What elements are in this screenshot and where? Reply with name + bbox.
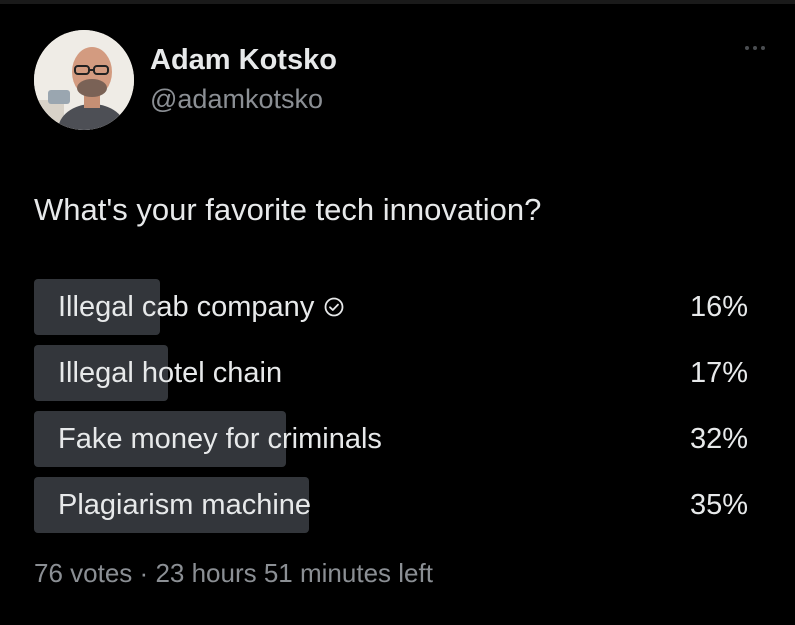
poll-option-label-wrap: Illegal hotel chain: [58, 345, 282, 401]
author-display-name[interactable]: Adam Kotsko: [150, 42, 337, 78]
avatar-image: [34, 30, 134, 130]
tweet-header: Adam Kotsko @adamkotsko: [34, 30, 337, 130]
poll-option[interactable]: Fake money for criminals 32%: [34, 411, 748, 467]
footer-separator: ·: [139, 558, 149, 588]
top-strip: [0, 0, 795, 4]
poll-option[interactable]: Illegal hotel chain 17%: [34, 345, 748, 401]
poll-option-percent: 16%: [689, 291, 748, 323]
check-circle-icon: [324, 297, 344, 317]
poll-option-label-wrap: Illegal cab company: [58, 279, 344, 335]
more-dot: [745, 46, 749, 50]
author-handle[interactable]: @adamkotsko: [150, 80, 337, 118]
poll-footer: 76 votes · 23 hours 51 minutes left: [34, 556, 433, 590]
more-dots-icon[interactable]: [745, 46, 765, 50]
poll-option-label: Fake money for criminals: [58, 423, 382, 455]
poll-option-label: Illegal cab company: [58, 291, 315, 323]
poll-option-percent: 32%: [689, 423, 748, 455]
poll-option-label: Plagiarism machine: [58, 489, 312, 521]
poll-option-percent: 35%: [689, 489, 748, 521]
poll-option-percent: 17%: [689, 357, 748, 389]
poll-option[interactable]: Illegal cab company 16%: [34, 279, 748, 335]
poll-option-label-wrap: Plagiarism machine: [58, 477, 311, 533]
author-names: Adam Kotsko @adamkotsko: [150, 42, 337, 118]
poll-time-left: 23 hours 51 minutes left: [155, 558, 433, 588]
poll-options: Illegal cab company 16% Illegal hotel ch…: [34, 279, 748, 543]
more-dot: [753, 46, 757, 50]
poll-option[interactable]: Plagiarism machine 35%: [34, 477, 748, 533]
poll-option-label-wrap: Fake money for criminals: [58, 411, 382, 467]
avatar[interactable]: [34, 30, 134, 130]
poll-vote-count: 76 votes: [34, 558, 133, 588]
more-dot: [761, 46, 765, 50]
poll-option-label: Illegal hotel chain: [58, 357, 283, 389]
poll-question: What's your favorite tech innovation?: [34, 192, 542, 227]
